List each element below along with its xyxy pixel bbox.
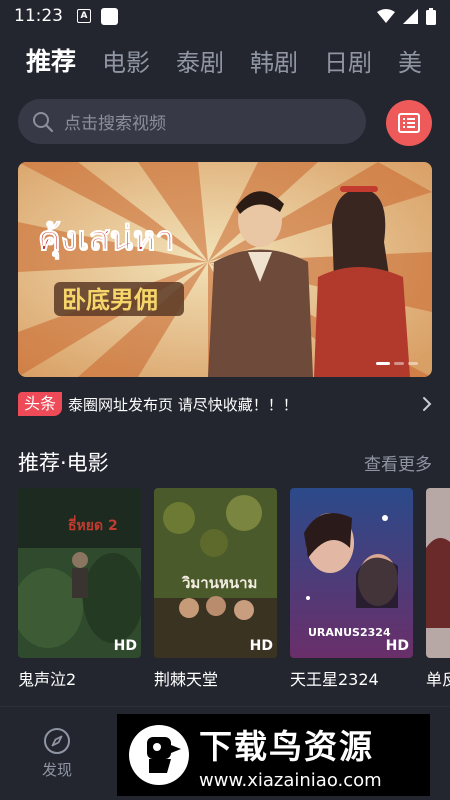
- movie-title: 天王星2324: [290, 670, 379, 689]
- wifi-icon: [377, 9, 395, 23]
- hd-badge: HD: [113, 638, 137, 654]
- bird-logo-icon: [129, 725, 189, 785]
- banner-thai-title: คุ้งเสน่หา: [38, 219, 174, 260]
- headline-text: 泰圈网址发布页 请尽快收藏！！！: [68, 395, 298, 414]
- tab-thai-drama[interactable]: 泰剧: [176, 43, 224, 78]
- tab-japanese-drama[interactable]: 日剧: [324, 43, 372, 78]
- poster-title-art: วิมานหนาม: [181, 574, 257, 592]
- battery-icon: [426, 7, 436, 25]
- status-time: 11:23: [14, 6, 63, 26]
- movie-title: 鬼声泣2: [18, 670, 77, 689]
- search-icon: [33, 111, 54, 132]
- tab-movies[interactable]: 电影: [102, 43, 150, 78]
- movie-row: ธี่หยด 2 HD 鬼声泣2 วิมานหนาม HD 荆棘天堂 URANU…: [18, 488, 450, 698]
- movie-poster: URANUS2324 HD: [290, 488, 413, 658]
- see-more-link[interactable]: 查看更多: [364, 450, 432, 475]
- movie-poster: [426, 488, 450, 658]
- banner-artwork: คุ้งเสน่หา 卧底男佣: [18, 162, 432, 377]
- movie-card[interactable]: URANUS2324 HD 天王星2324: [290, 488, 413, 690]
- notification-square-icon: [101, 7, 118, 25]
- watermark-title: 下载鸟资源: [199, 726, 374, 766]
- tab-recommend[interactable]: 推荐: [26, 42, 76, 78]
- movie-poster: วิมานหนาม HD: [154, 488, 277, 658]
- watermark-url: www.xiazainiao.com: [199, 769, 382, 791]
- featured-banner[interactable]: คุ้งเสน่หา 卧底男佣: [18, 162, 432, 377]
- watermark-overlay: 下载鸟资源 www.xiazainiao.com: [117, 714, 430, 796]
- list-icon: [398, 113, 420, 133]
- poster-title-art: URANUS2324: [308, 626, 391, 639]
- tab-american-drama[interactable]: 美: [398, 43, 422, 78]
- section-title: 推荐·电影: [18, 451, 109, 475]
- nav-discover[interactable]: 发现: [34, 727, 80, 780]
- status-bar: 11:23 A: [0, 0, 450, 32]
- headline-ticker[interactable]: 头条 泰圈网址发布页 请尽快收藏！！！: [18, 390, 432, 418]
- movie-title: 荆棘天堂: [154, 670, 219, 689]
- movie-poster: ธี่หยด 2 HD: [18, 488, 141, 658]
- tab-korean-drama[interactable]: 韩剧: [250, 43, 298, 78]
- watch-history-button[interactable]: [386, 100, 432, 146]
- category-tabs: 推荐 电影 泰剧 韩剧 日剧 美: [0, 38, 450, 82]
- search-placeholder: 点击搜索视频: [64, 114, 166, 134]
- signal-icon: [403, 8, 418, 24]
- banner-cn-title: 卧底男佣: [62, 286, 158, 314]
- search-input[interactable]: 点击搜索视频: [18, 99, 366, 144]
- movie-card[interactable]: วิมานหนาม HD 荆棘天堂: [154, 488, 277, 690]
- movie-card[interactable]: 单反: [426, 488, 450, 690]
- headline-badge: 头条: [18, 392, 63, 416]
- movie-card[interactable]: ธี่หยด 2 HD 鬼声泣2: [18, 488, 141, 690]
- notification-a-icon: A: [77, 9, 91, 23]
- recommended-movies-header: 推荐·电影 查看更多: [18, 446, 432, 478]
- banner-page-indicator: [376, 362, 418, 365]
- poster-title-art: ธี่หยด 2: [68, 515, 118, 534]
- hd-badge: HD: [385, 638, 409, 654]
- movie-title: 单反: [426, 670, 450, 689]
- chevron-right-icon: [423, 397, 432, 411]
- compass-icon: [44, 728, 70, 754]
- nav-discover-label: 发现: [41, 761, 72, 779]
- hd-badge: HD: [249, 638, 273, 654]
